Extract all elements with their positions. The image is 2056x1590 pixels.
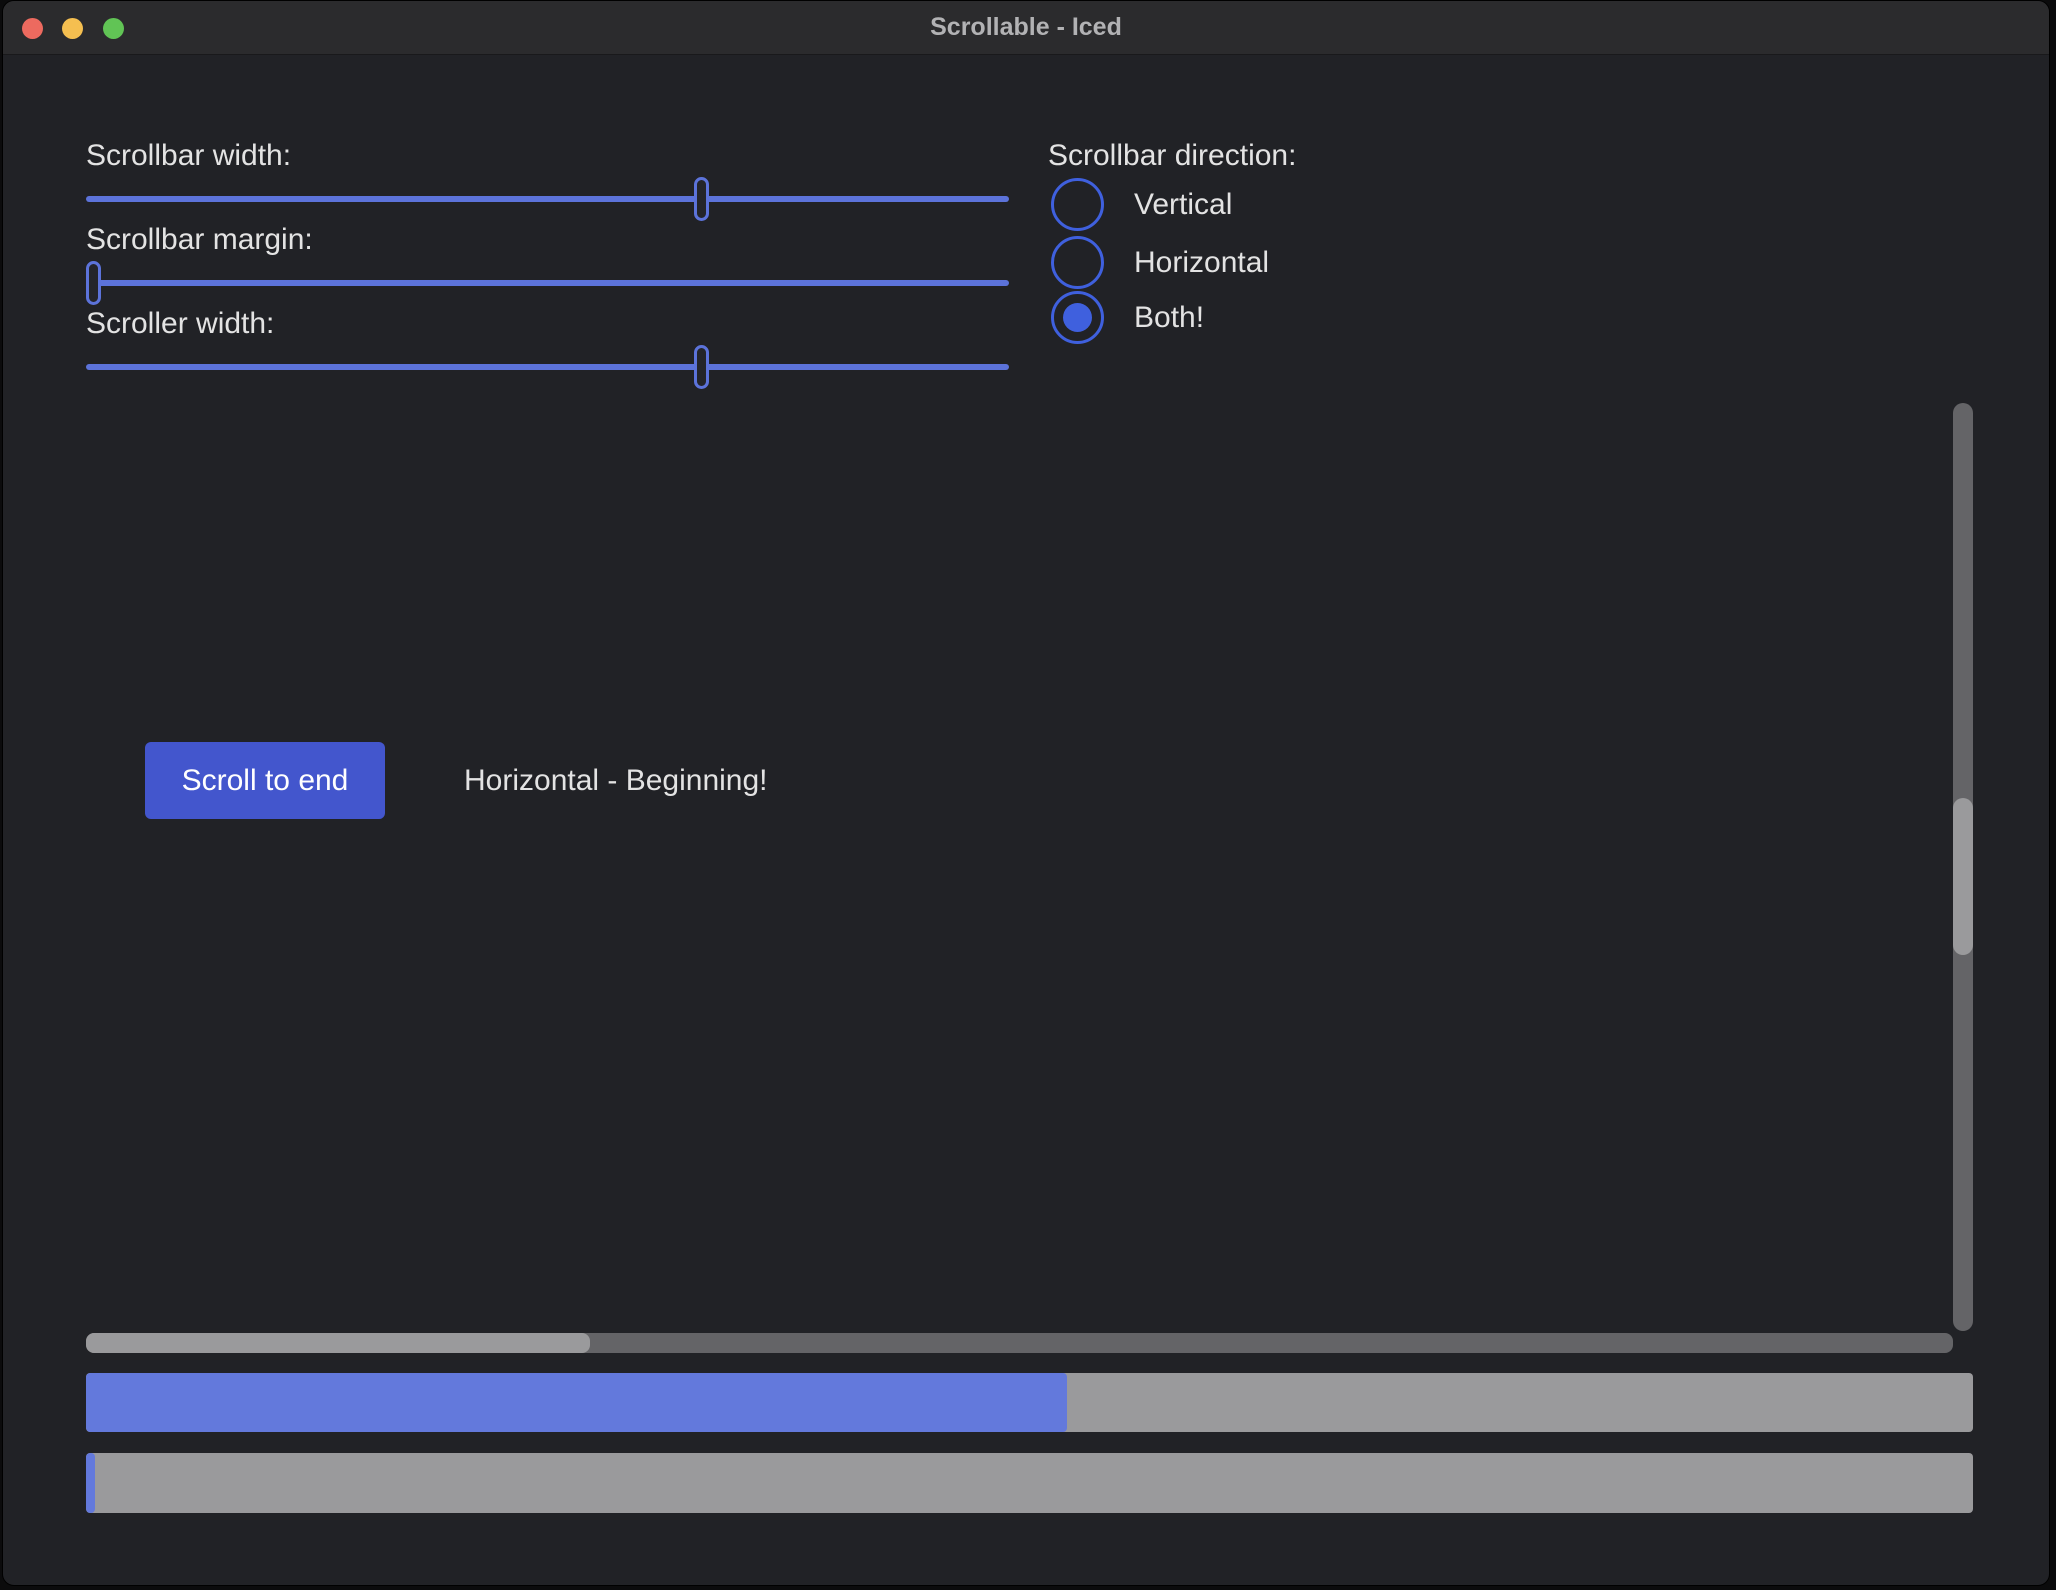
slider-label: Scrollbar margin:: [86, 223, 313, 257]
slider-rail[interactable]: [86, 364, 1009, 370]
radio-circle-icon[interactable]: [1051, 178, 1104, 231]
slider-rail[interactable]: [86, 196, 1009, 202]
radio-dot-icon: [1063, 303, 1092, 332]
vertical-progress-bar: [86, 1453, 1973, 1513]
radio-circle-icon[interactable]: [1051, 236, 1104, 289]
scroll-to-end-button[interactable]: Scroll to end: [145, 742, 385, 819]
titlebar: Scrollable - Iced: [3, 1, 2049, 55]
horizontal-progress-bar: [86, 1373, 1973, 1432]
slider-label: Scroller width:: [86, 307, 274, 341]
window-title: Scrollable - Iced: [3, 1, 2049, 54]
radio-circle-icon[interactable]: [1051, 291, 1104, 344]
slider-label: Scrollbar width:: [86, 139, 291, 173]
scroll-status-text: Horizontal - Beginning!: [464, 742, 768, 819]
horizontal-scrollbar-track[interactable]: [86, 1333, 1953, 1353]
radio-option-vertical[interactable]: Vertical: [1051, 178, 1232, 231]
slider-rail[interactable]: [86, 280, 1009, 286]
horizontal-scrollbar-thumb[interactable]: [86, 1333, 590, 1353]
progress-fill: [86, 1373, 1067, 1432]
slider-handle[interactable]: [694, 177, 709, 221]
radio-group-label: Scrollbar direction:: [1048, 139, 1296, 173]
radio-option-label: Both!: [1134, 301, 1204, 335]
radio-option-horizontal[interactable]: Horizontal: [1051, 236, 1269, 289]
slider-handle[interactable]: [694, 345, 709, 389]
radio-option-label: Horizontal: [1134, 246, 1269, 280]
vertical-scrollbar-track[interactable]: [1953, 403, 1973, 1331]
vertical-scrollbar-thumb[interactable]: [1953, 798, 1973, 955]
radio-option-label: Vertical: [1134, 188, 1232, 222]
slider-scroller-width: Scroller width:: [86, 307, 1009, 422]
app-window: Scrollable - Iced Scrollbar width: Scrol…: [2, 0, 2050, 1586]
progress-fill: [86, 1453, 95, 1513]
slider-handle[interactable]: [86, 261, 101, 305]
radio-option-both[interactable]: Both!: [1051, 291, 1204, 344]
